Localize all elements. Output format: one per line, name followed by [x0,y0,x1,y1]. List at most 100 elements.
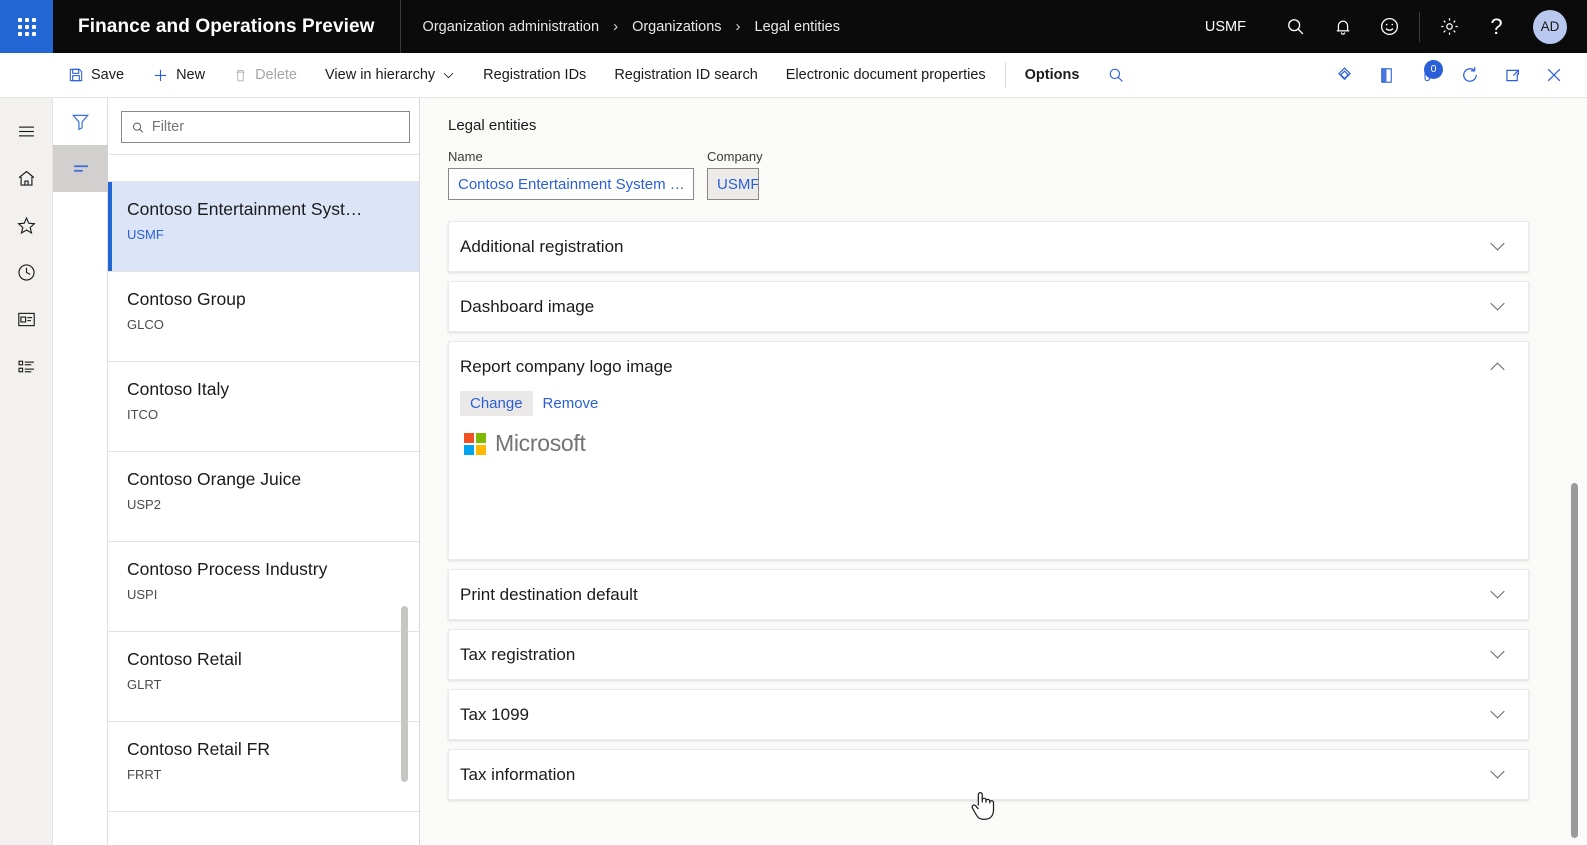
list-item-code: USMF [127,227,164,242]
options-button[interactable]: Options [1011,53,1094,98]
top-navigation-bar: Finance and Operations Preview Organizat… [0,0,1587,53]
section-title: Dashboard image [460,296,595,316]
section-tax-registration: Tax registration [448,629,1529,680]
action-bar-search-button[interactable] [1093,53,1139,98]
plus-icon [154,69,167,81]
section-header-additional-registration[interactable]: Additional registration [449,222,1528,271]
main-scrollbar-thumb[interactable] [1571,483,1578,838]
list-header-row [109,154,419,182]
name-field-label: Name [448,149,483,164]
help-question-icon[interactable]: ? [1473,0,1520,53]
section-header-report-company-logo-image[interactable]: Report company logo image [449,342,1528,391]
section-title: Print destination default [460,584,638,604]
form-container: Legal entities Name Contoso Entertainmen… [421,98,1587,820]
list-item[interactable]: Contoso Entertainment Syst… USMF [108,182,419,272]
company-field-label: Company [707,149,763,164]
chevron-down-icon [1489,299,1506,315]
list-item-code: FRRT [127,767,162,782]
name-field[interactable]: Contoso Entertainment System … [448,168,694,200]
list-item[interactable]: Contoso Process Industry USPI [108,542,419,632]
logo-section-body: Change Remove Microsoft [449,391,1528,820]
modules-list-icon[interactable] [0,343,53,390]
hamburger-menu-icon[interactable] [0,108,53,155]
list-item-code: ITCO [127,407,159,422]
list-lines-icon[interactable] [53,145,108,192]
notifications-bell-icon[interactable] [1319,0,1366,53]
filter-funnel-icon[interactable] [53,98,108,145]
chevron-down-icon [1489,647,1506,663]
section-header-dashboard-image[interactable]: Dashboard image [449,282,1528,331]
close-icon[interactable] [1533,53,1575,98]
section-title: Tax registration [460,644,576,664]
favorites-star-icon[interactable] [0,202,53,249]
new-label: New [176,67,206,83]
settings-gear-icon[interactable] [1426,0,1473,53]
action-bar: Save New Delete View in hierarchy Regist… [0,53,1587,98]
list-scrollbar-thumb[interactable] [401,606,408,782]
notes-badge-count: 0 [1424,59,1443,79]
chevron-up-icon [1489,359,1506,375]
list-item-code: USPI [127,587,158,602]
recent-clock-icon[interactable] [0,249,53,296]
electronic-document-properties-label: Electronic document properties [785,67,986,83]
breadcrumb-chevron-icon: › [613,18,619,35]
attachments-diamond-icon[interactable] [1323,53,1365,98]
registration-id-search-button[interactable]: Registration ID search [600,53,771,98]
navigation-rail [0,98,53,845]
trash-icon [236,69,245,81]
list-item-name: Contoso Group [127,289,246,309]
save-label: Save [91,67,125,83]
notes-button[interactable]: 0 [1407,53,1449,98]
open-in-new-window-icon[interactable] [1491,53,1533,98]
action-bar-right-group: 0 [1323,53,1587,98]
application-window: Finance and Operations Preview Organizat… [0,0,1587,845]
filter-input[interactable] [151,119,400,135]
section-title: Report company logo image [460,356,673,376]
list-scroll-area[interactable]: Contoso Entertainment Syst… USMF Contoso… [108,182,419,827]
electronic-document-properties-button[interactable]: Electronic document properties [772,53,1000,98]
list-item[interactable]: Contoso Orange Juice USP2 [108,452,419,542]
list-item[interactable]: Contoso Italy ITCO [108,362,419,452]
section-header-print-destination-default[interactable]: Print destination default [449,570,1528,619]
section-header-tax-information[interactable]: Tax information [449,750,1528,799]
home-icon[interactable] [0,155,53,202]
delete-button[interactable]: Delete [219,53,311,98]
change-logo-button[interactable]: Change [460,391,533,416]
list-item[interactable]: Contoso Group GLCO [108,272,419,362]
section-header-tax-registration[interactable]: Tax registration [449,630,1528,679]
breadcrumb-item-2[interactable]: Legal entities [755,19,840,35]
company-selector[interactable]: USMF [1205,19,1246,35]
view-in-hierarchy-button[interactable]: View in hierarchy [311,53,469,98]
search-icon [1110,68,1124,82]
refresh-icon[interactable] [1449,53,1491,98]
section-title: Additional registration [460,236,624,256]
list-item[interactable]: Contoso Retail GLRT [108,632,419,722]
workspaces-icon[interactable] [0,296,53,343]
app-launcher-button[interactable] [0,0,53,53]
list-item-name: Contoso Retail [127,649,242,669]
filter-input-wrapper[interactable] [121,111,410,143]
remove-logo-button[interactable]: Remove [533,391,609,416]
list-item-code: USP2 [127,497,161,512]
section-additional-registration: Additional registration [448,221,1529,272]
header-fields: Name Contoso Entertainment System … Comp… [448,149,1587,200]
breadcrumb-item-1[interactable]: Organizations [632,19,721,35]
list-item[interactable]: Contoso Retail FR FRRT [108,722,419,812]
panel-toggle-icon[interactable] [1365,53,1407,98]
new-button[interactable]: New [138,53,219,98]
logo-actions: Change Remove [460,391,1517,416]
company-logo-image: Microsoft [460,430,1517,457]
name-field-group: Name Contoso Entertainment System … [448,149,694,200]
breadcrumb-item-0[interactable]: Organization administration [423,19,600,35]
registration-ids-button[interactable]: Registration IDs [469,53,600,98]
feedback-smiley-icon[interactable] [1366,0,1413,53]
section-header-tax-1099[interactable]: Tax 1099 [449,690,1528,739]
list-item-name: Contoso Italy [127,379,230,399]
section-tax-1099: Tax 1099 [448,689,1529,740]
registration-ids-label: Registration IDs [483,67,587,83]
save-button[interactable]: Save [54,53,138,98]
search-icon[interactable] [1272,0,1319,53]
user-avatar[interactable]: AD [1533,9,1567,44]
chevron-down-icon [444,72,454,78]
section-title: Tax 1099 [460,704,529,724]
